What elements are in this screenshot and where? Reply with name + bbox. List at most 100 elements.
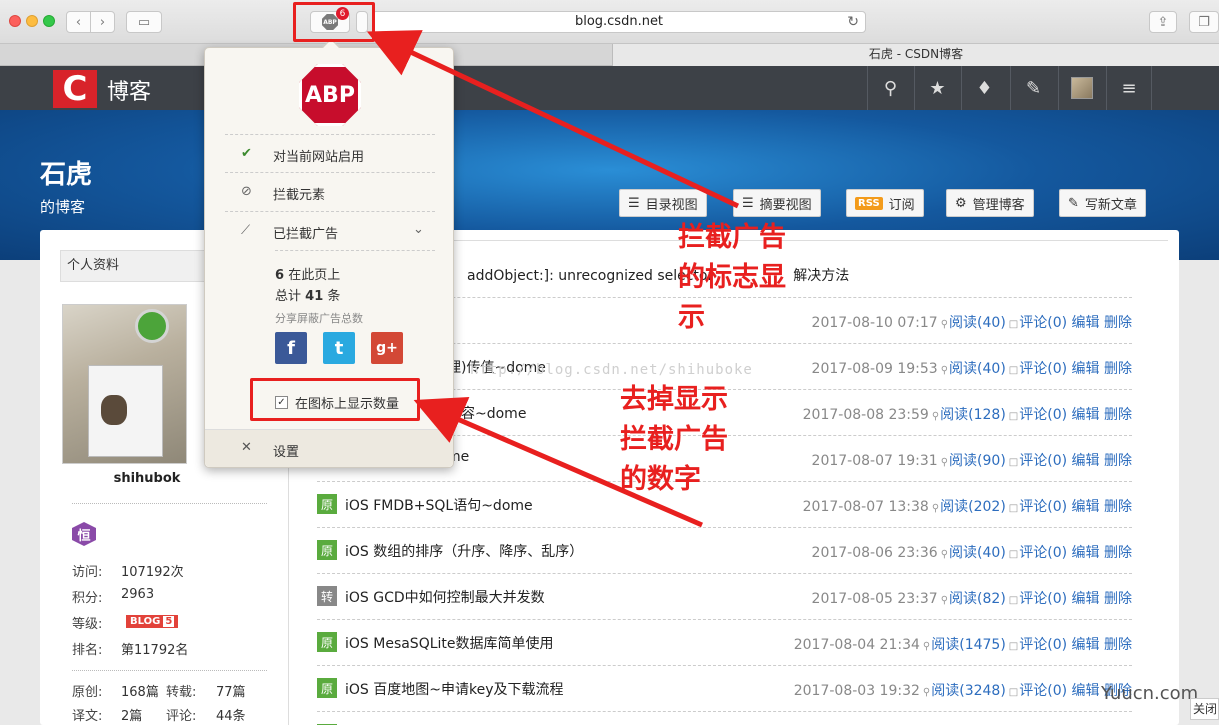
block-element-item[interactable]: 拦截元素 (273, 184, 325, 203)
delete-link[interactable]: 删除 (1104, 637, 1132, 653)
article-comments-link[interactable]: 评论(0) (1019, 453, 1067, 469)
article-title-link[interactable]: iOS GCD中如何控制最大并发数 (345, 587, 545, 607)
catalog-view-button[interactable]: ☰ 目录视图 (619, 189, 707, 217)
write-article-button[interactable]: ✎ 写新文章 (1059, 189, 1146, 217)
article-title-text: 兼容~dome (447, 406, 527, 422)
article-comments-link[interactable]: 评论(0) (1019, 499, 1067, 515)
article-reads-link[interactable]: 阅读(90) (949, 453, 1006, 469)
article-comments-link[interactable]: 评论(0) (1019, 361, 1067, 377)
twitter-share-button[interactable]: t (323, 332, 355, 364)
edit-link[interactable]: 编辑 (1072, 453, 1100, 469)
popup-divider (225, 134, 435, 135)
summary-view-button[interactable]: ☰ 摘要视图 (733, 189, 821, 217)
total-number: 41 (305, 289, 324, 304)
search-icon[interactable]: ⚲ (867, 66, 913, 110)
article-title-link[interactable]: iOS 百度地图~申请key及下载流程 (345, 679, 563, 699)
chevron-left-icon: ‹ (75, 14, 82, 30)
article-reads-link[interactable]: 阅读(202) (940, 499, 1006, 515)
article-row: 原 iOS 数组的排序（升序、降序、乱序） 2017-08-06 23:36 ⚲阅读(… (317, 528, 1132, 574)
list-icon: ☰ (628, 195, 640, 211)
article-meta: 2017-08-04 21:34 ⚲阅读(1475) □评论(0) 编辑 删除 (794, 634, 1132, 654)
address-bar[interactable]: blog.csdn.net ↻ (372, 11, 866, 33)
annotation-line: 拦截广告 (678, 222, 786, 253)
close-button[interactable]: 关闭 (1190, 698, 1219, 720)
rank-label: 排名: (72, 643, 103, 658)
eye-icon: ⚲ (940, 319, 949, 330)
article-reads-link[interactable]: 阅读(128) (940, 407, 1006, 423)
profile-username[interactable]: shihubok (62, 471, 232, 486)
eye-icon: ⚲ (940, 549, 949, 560)
subscribe-button[interactable]: RSS 订阅 (846, 189, 924, 217)
article-reads-link[interactable]: 阅读(40) (949, 315, 1006, 331)
sidebar-toggle-button[interactable]: ▭ (126, 11, 162, 33)
edit-link[interactable]: 编辑 (1072, 591, 1100, 607)
delete-link[interactable]: 删除 (1104, 407, 1132, 423)
forward-button[interactable]: › (90, 11, 115, 33)
delete-link[interactable]: 删除 (1104, 545, 1132, 561)
checkbox-highlight (250, 378, 420, 421)
share-label: 分享屏蔽广告总数 (275, 312, 363, 325)
total-prefix: 总计 (275, 289, 302, 304)
comment-icon: □ (1008, 365, 1019, 376)
minimize-window-button[interactable] (26, 15, 38, 27)
edit-link[interactable]: 编辑 (1072, 545, 1100, 561)
edit-link[interactable]: 编辑 (1072, 683, 1100, 699)
article-reads-link[interactable]: 阅读(1475) (931, 637, 1006, 653)
chevron-right-icon: › (99, 14, 106, 30)
tab-csdn[interactable]: 石虎 - CSDN博客 (612, 44, 1219, 66)
edit-link[interactable]: 编辑 (1072, 315, 1100, 331)
star-icon[interactable]: ★ (914, 66, 960, 110)
article-title-link[interactable]: iOS 数组的排序（升序、降序、乱序） (345, 541, 583, 561)
menu-icon[interactable]: ≡ (1106, 66, 1152, 110)
edit-link[interactable]: 编辑 (1072, 637, 1100, 653)
comments-label: 评论: (166, 709, 197, 724)
edit-link[interactable]: 编辑 (1072, 407, 1100, 423)
article-comments-link[interactable]: 评论(0) (1019, 591, 1067, 607)
zoom-window-button[interactable] (43, 15, 55, 27)
bell-icon[interactable]: ♦ (961, 66, 1007, 110)
user-avatar-button[interactable] (1058, 66, 1104, 110)
blocked-ads-toggle[interactable]: 已拦截广告 (273, 223, 338, 242)
delete-link[interactable]: 删除 (1104, 453, 1132, 469)
article-date: 2017-08-07 13:38 (802, 499, 929, 515)
article-date: 2017-08-05 23:37 (811, 591, 938, 607)
back-button[interactable]: ‹ (66, 11, 91, 33)
article-row: 原iOS MapAnchor(地图锚点~自定义)~dome2017-08-02 … (317, 712, 1132, 725)
close-window-button[interactable] (9, 15, 21, 27)
edit-link[interactable]: 编辑 (1072, 361, 1100, 377)
delete-link[interactable]: 删除 (1104, 315, 1132, 331)
original-value: 168篇 (121, 685, 159, 700)
article-title-link[interactable]: 兼容~dome (447, 403, 526, 423)
edit-icon[interactable]: ✎ (1010, 66, 1056, 110)
manage-blog-button[interactable]: ⚙ 管理博客 (946, 189, 1034, 217)
edit-link[interactable]: 编辑 (1072, 499, 1100, 515)
article-title-link[interactable]: addObject:]: unrecognized selector 解决方法 (467, 265, 849, 285)
checkmark-icon: ✔ (241, 146, 252, 161)
article-reads-link[interactable]: 阅读(82) (949, 591, 1006, 607)
article-title-link[interactable]: iOS FMDB+SQL语句~dome (345, 495, 533, 515)
chevron-down-icon[interactable]: ⌄ (413, 222, 424, 237)
enable-site-toggle[interactable]: 对当前网站启用 (273, 146, 364, 165)
delete-link[interactable]: 删除 (1104, 591, 1132, 607)
article-comments-link[interactable]: 评论(0) (1019, 683, 1067, 699)
comments-value: 44条 (216, 709, 246, 724)
article-title-link[interactable]: iOS MesaSQLite数据库简单使用 (345, 633, 554, 653)
article-reads-link[interactable]: 阅读(40) (949, 545, 1006, 561)
reload-icon[interactable]: ↻ (847, 12, 859, 32)
show-tabs-button[interactable]: ❐ (1189, 11, 1219, 33)
article-comments-link[interactable]: 评论(0) (1019, 315, 1067, 331)
delete-link[interactable]: 删除 (1104, 499, 1132, 515)
article-comments-link[interactable]: 评论(0) (1019, 545, 1067, 561)
share-button[interactable]: ⇪ (1149, 11, 1177, 33)
csdn-logo[interactable]: C (53, 69, 97, 109)
facebook-share-button[interactable]: f (275, 332, 307, 364)
article-comments-link[interactable]: 评论(0) (1019, 407, 1067, 423)
googleplus-share-button[interactable]: g+ (371, 332, 403, 364)
delete-link[interactable]: 删除 (1104, 361, 1132, 377)
article-reads-link[interactable]: 阅读(40) (949, 361, 1006, 377)
settings-item[interactable]: 设置 (273, 441, 299, 460)
article-row: 转 iOS GCD中如何控制最大并发数 2017-08-05 23:37 ⚲阅读(82… (317, 574, 1132, 620)
article-comments-link[interactable]: 评论(0) (1019, 637, 1067, 653)
article-reads-link[interactable]: 阅读(3248) (931, 683, 1006, 699)
logo-text[interactable]: 博客 (107, 74, 151, 106)
